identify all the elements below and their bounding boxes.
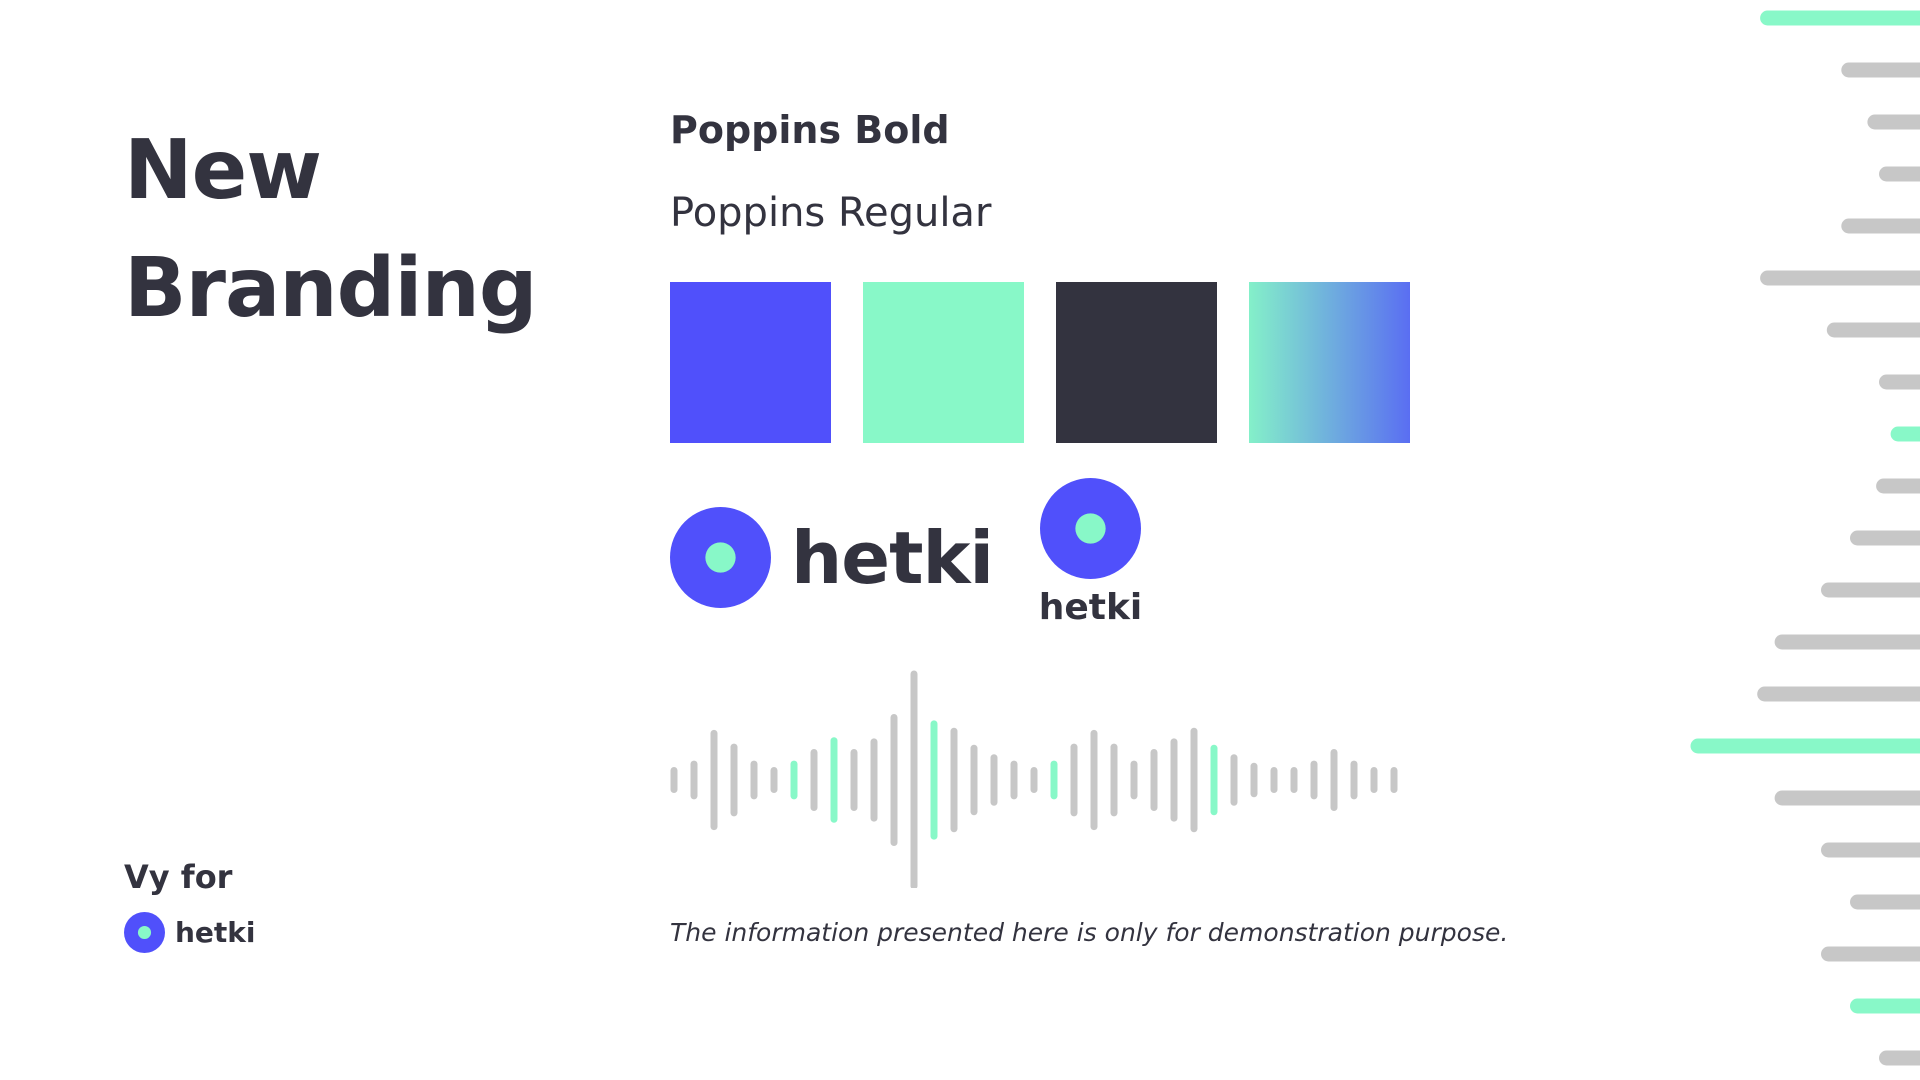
hetki-logo-icon: [124, 912, 165, 953]
page-title: New Branding: [124, 112, 538, 348]
credit-brand: hetki: [124, 912, 256, 953]
hetki-logo-icon: [670, 507, 771, 608]
disclaimer-text: The information presented here is only f…: [670, 918, 1509, 947]
color-palette: [670, 282, 1410, 443]
swatch-dark: [1056, 282, 1217, 443]
credit-label: Vy for: [124, 858, 233, 896]
logo-horizontal: hetki: [670, 507, 994, 608]
font-sample-regular: Poppins Regular: [670, 190, 992, 236]
audio-waveform: [670, 670, 1398, 888]
swatch-blue: [670, 282, 831, 443]
decorative-lines: [1690, 10, 1920, 1066]
swatch-gradient: [1249, 282, 1410, 443]
swatch-mint: [863, 282, 1024, 443]
logo-wordmark: hetki: [791, 515, 994, 600]
title-line-1: New: [124, 123, 322, 218]
hetki-logo-icon: [1040, 478, 1141, 579]
font-sample-bold: Poppins Bold: [670, 108, 950, 152]
credit-brand-name: hetki: [175, 916, 256, 949]
title-line-2: Branding: [124, 241, 538, 336]
logo-wordmark-small: hetki: [1038, 587, 1143, 628]
logo-stacked: hetki: [1038, 478, 1143, 628]
